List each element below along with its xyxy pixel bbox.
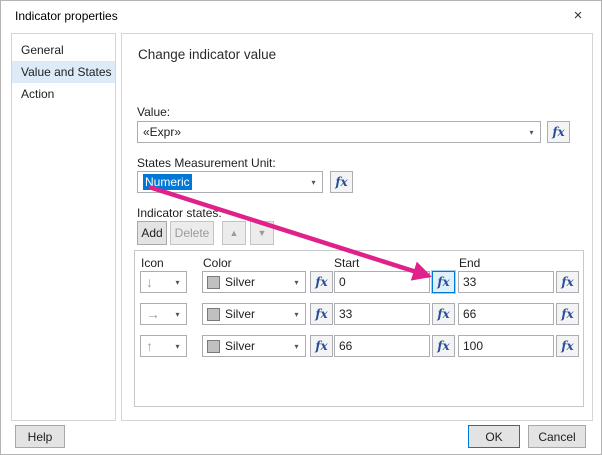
fx-icon: fx: [437, 307, 450, 321]
fx-button-color-0[interactable]: fx: [310, 271, 333, 293]
fx-button-unit[interactable]: fx: [330, 171, 353, 193]
column-header-icon: Icon: [141, 256, 164, 270]
fx-icon: fx: [561, 275, 574, 289]
fx-button-color-2[interactable]: fx: [310, 335, 333, 357]
icon-dropdown-2[interactable]: ↑ ▾: [140, 335, 187, 357]
title-bar: Indicator properties ×: [1, 1, 601, 31]
down-arrow-icon: ↓: [146, 274, 153, 290]
column-header-start: Start: [334, 256, 360, 270]
color-dropdown-selected: Silver: [225, 339, 256, 353]
right-arrow-icon: →: [146, 306, 160, 322]
fx-button-end-1[interactable]: fx: [556, 303, 579, 325]
move-down-button[interactable]: ▼: [250, 221, 274, 245]
sidebar: General Value and States Action: [11, 33, 116, 421]
fx-icon: fx: [552, 125, 565, 139]
icon-dropdown-0[interactable]: ↓ ▾: [140, 271, 187, 293]
fx-button-end-2[interactable]: fx: [556, 335, 579, 357]
column-header-color: Color: [203, 256, 232, 270]
fx-button-start-2[interactable]: fx: [432, 335, 455, 357]
up-arrow-icon: ▲: [229, 228, 239, 238]
add-button[interactable]: Add: [137, 221, 167, 245]
sidebar-item-action[interactable]: Action: [12, 83, 115, 105]
end-input-2[interactable]: [458, 335, 554, 357]
value-dropdown[interactable]: «Expr» ▾: [137, 121, 541, 143]
chevron-down-icon: ▾: [294, 277, 299, 287]
value-dropdown-selected: «Expr»: [143, 125, 182, 139]
color-dropdown-selected: Silver: [225, 307, 256, 321]
fx-icon: fx: [315, 307, 328, 321]
start-input-0[interactable]: [334, 271, 430, 293]
close-icon[interactable]: ×: [565, 5, 591, 27]
sidebar-item-label: Action: [21, 87, 55, 101]
fx-icon: fx: [335, 175, 348, 189]
down-arrow-icon: ▼: [257, 228, 267, 238]
color-swatch: [207, 275, 220, 289]
up-arrow-icon: ↑: [146, 338, 153, 354]
table-row: ↓ ▾ Silver ▾ fx fx fx: [135, 271, 583, 293]
unit-dropdown[interactable]: Numeric ▾: [137, 171, 323, 193]
color-dropdown-1[interactable]: Silver ▾: [202, 303, 306, 325]
icon-dropdown-1[interactable]: → ▾: [140, 303, 187, 325]
unit-dropdown-selected: Numeric: [143, 174, 192, 190]
indicator-states-label: Indicator states:: [137, 206, 222, 220]
sidebar-item-general[interactable]: General: [12, 39, 115, 61]
help-button[interactable]: Help: [15, 425, 65, 448]
color-swatch: [207, 307, 220, 321]
cancel-button[interactable]: Cancel: [528, 425, 586, 448]
fx-button-value[interactable]: fx: [547, 121, 570, 143]
end-input-1[interactable]: [458, 303, 554, 325]
color-dropdown-0[interactable]: Silver ▾: [202, 271, 306, 293]
chevron-down-icon: ▾: [294, 309, 299, 319]
indicator-states-table: Icon Color Start End ↓ ▾ Silver ▾ fx fx: [134, 250, 584, 407]
chevron-down-icon: ▾: [175, 309, 180, 319]
fx-icon: fx: [561, 307, 574, 321]
indicator-properties-dialog: Indicator properties × General Value and…: [0, 0, 602, 455]
chevron-down-icon: ▾: [294, 341, 299, 351]
fx-icon: fx: [437, 275, 450, 289]
ok-button[interactable]: OK: [468, 425, 520, 448]
sidebar-item-value-and-states[interactable]: Value and States: [12, 61, 115, 83]
chevron-down-icon: ▾: [529, 127, 534, 137]
color-dropdown-2[interactable]: Silver ▾: [202, 335, 306, 357]
delete-button[interactable]: Delete: [170, 221, 214, 245]
fx-icon: fx: [561, 339, 574, 353]
table-row: → ▾ Silver ▾ fx fx fx: [135, 303, 583, 325]
fx-button-color-1[interactable]: fx: [310, 303, 333, 325]
color-swatch: [207, 339, 220, 353]
fx-button-start-0[interactable]: fx: [432, 271, 455, 293]
value-label: Value:: [137, 105, 171, 119]
end-input-0[interactable]: [458, 271, 554, 293]
page-title: Change indicator value: [138, 47, 277, 62]
chevron-down-icon: ▾: [311, 177, 316, 187]
chevron-down-icon: ▾: [175, 341, 180, 351]
start-input-2[interactable]: [334, 335, 430, 357]
fx-icon: fx: [437, 339, 450, 353]
unit-label: States Measurement Unit:: [137, 156, 276, 170]
sidebar-item-label: General: [21, 43, 64, 57]
fx-button-start-1[interactable]: fx: [432, 303, 455, 325]
dialog-title: Indicator properties: [15, 9, 118, 23]
start-input-1[interactable]: [334, 303, 430, 325]
move-up-button[interactable]: ▲: [222, 221, 246, 245]
color-dropdown-selected: Silver: [225, 275, 256, 289]
sidebar-item-label: Value and States: [21, 65, 112, 79]
chevron-down-icon: ▾: [175, 277, 180, 287]
main-panel: Change indicator value Value: «Expr» ▾ f…: [121, 33, 593, 421]
fx-icon: fx: [315, 339, 328, 353]
fx-button-end-0[interactable]: fx: [556, 271, 579, 293]
table-row: ↑ ▾ Silver ▾ fx fx fx: [135, 335, 583, 357]
fx-icon: fx: [315, 275, 328, 289]
column-header-end: End: [459, 256, 481, 270]
